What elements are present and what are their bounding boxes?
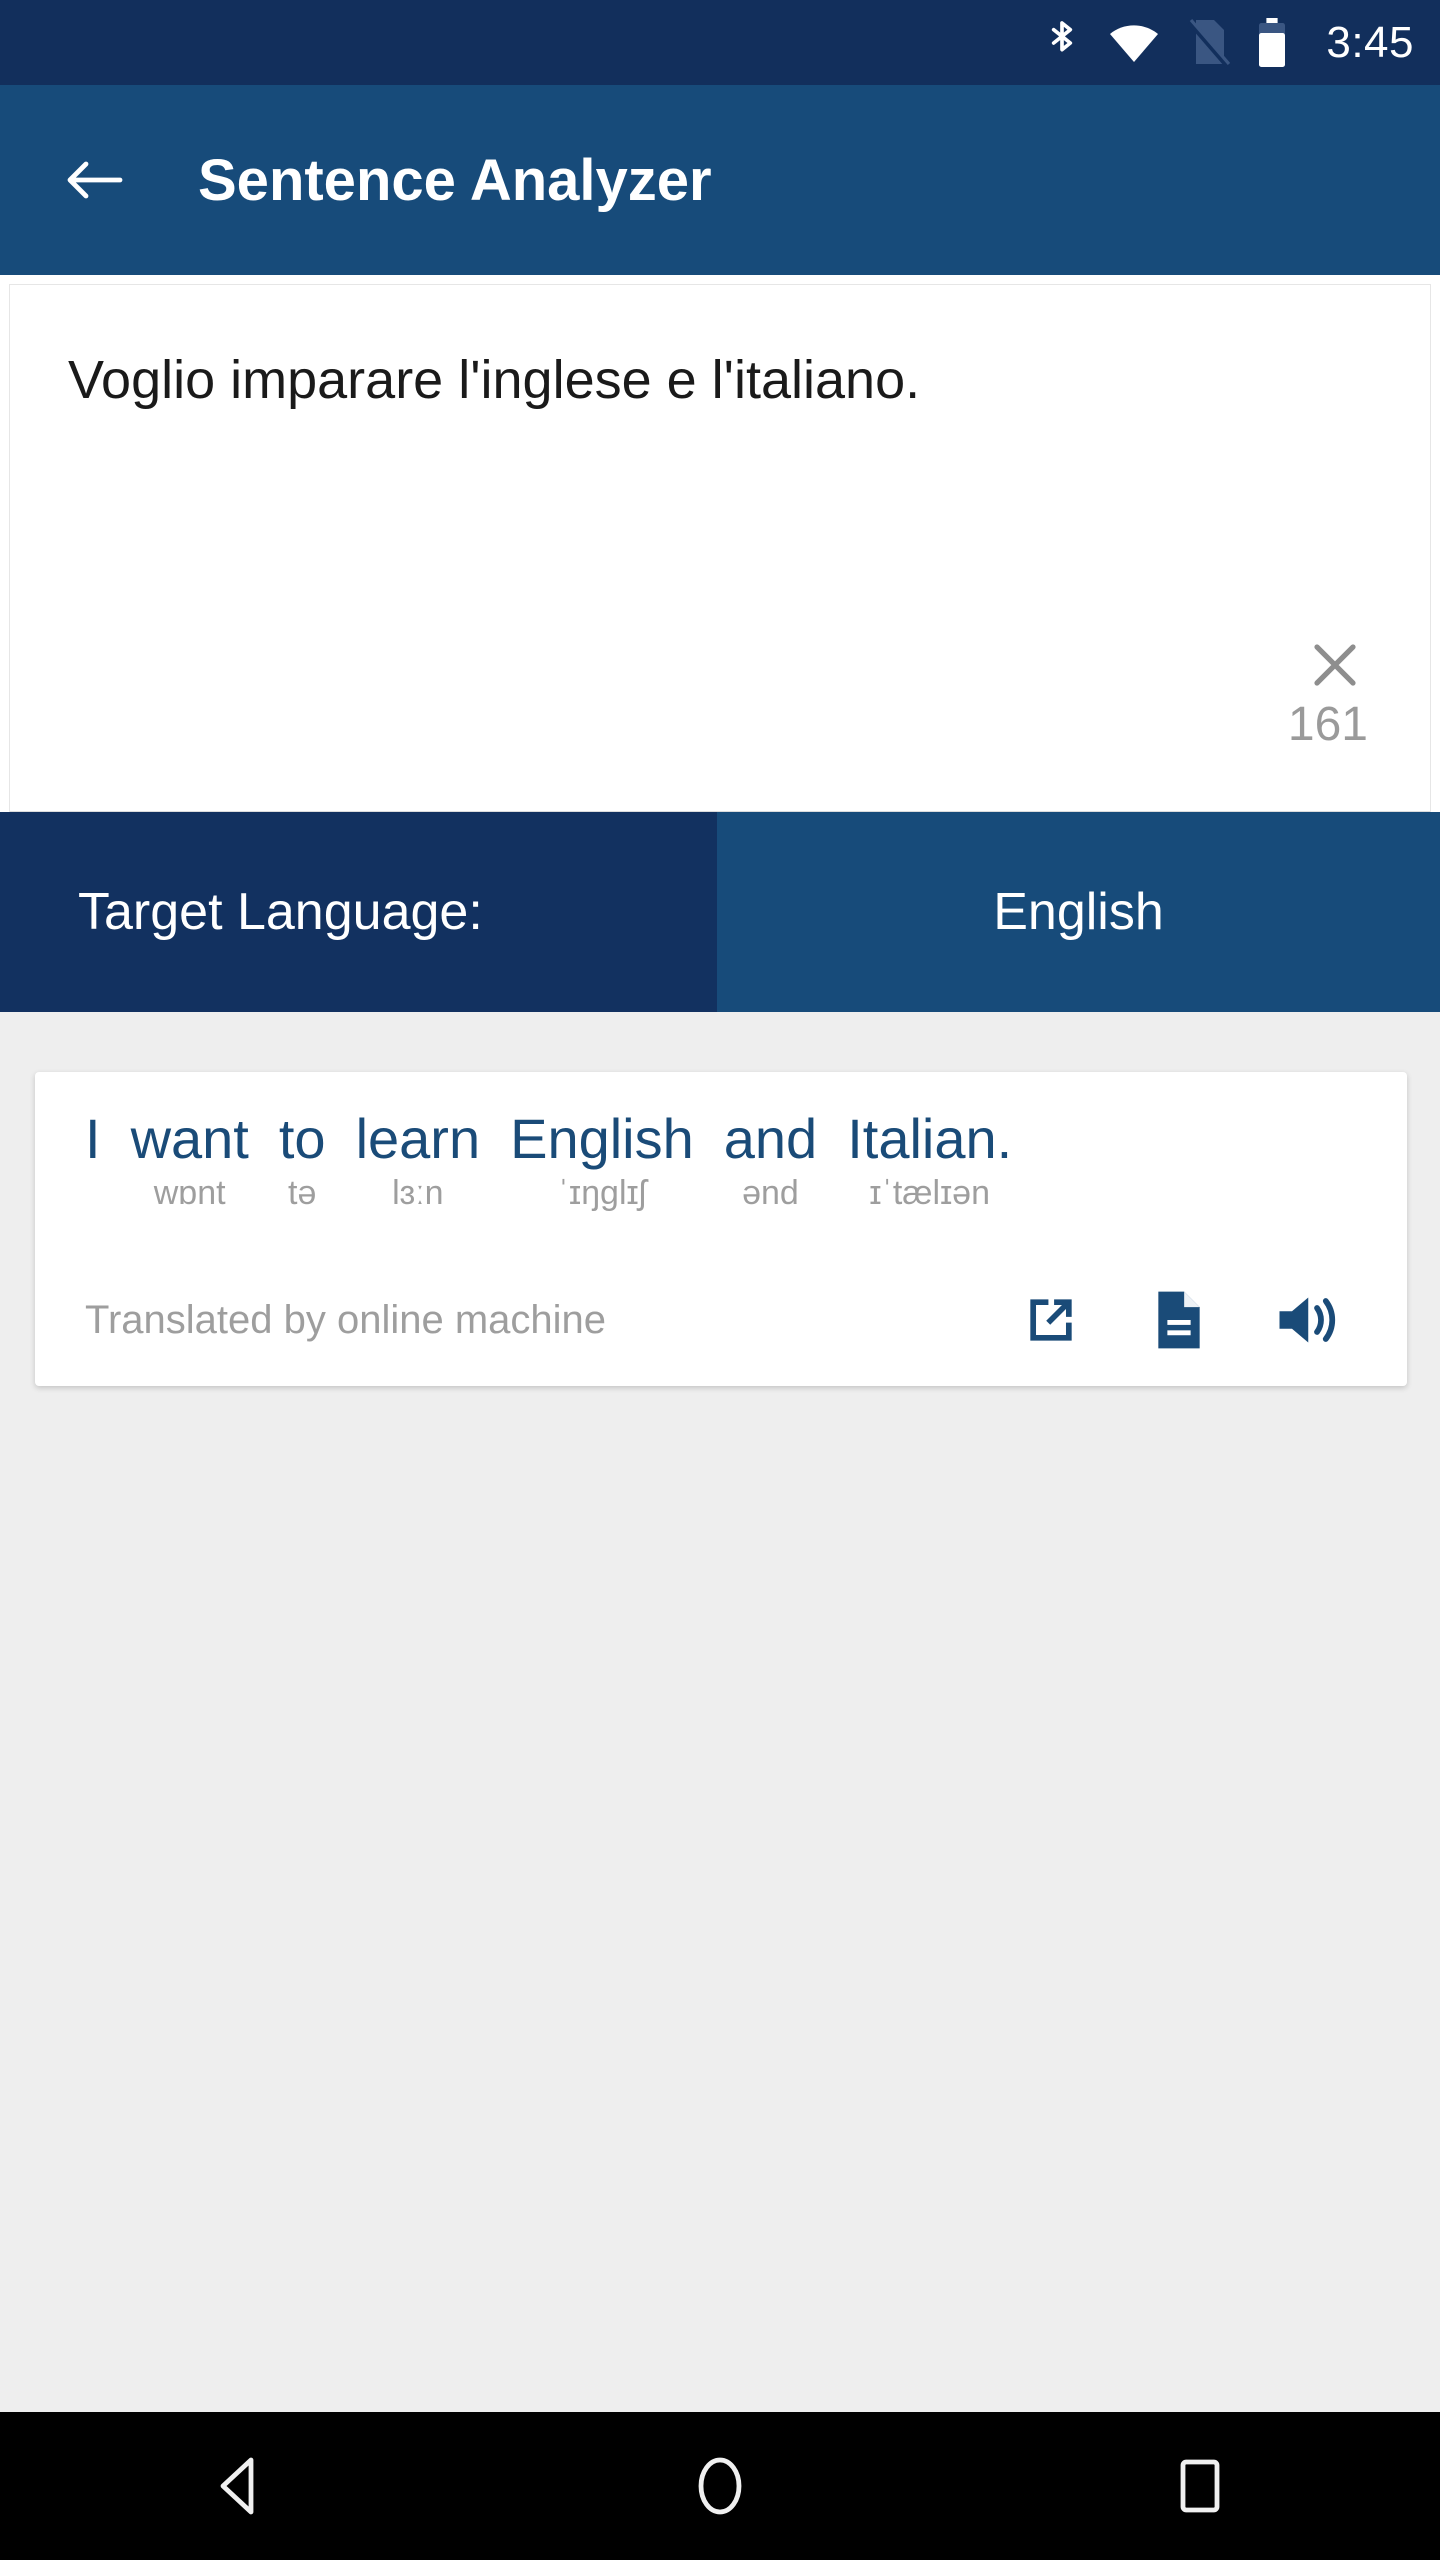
word-text: want	[130, 1107, 249, 1170]
word-list: I want wɒnt to tə learn lɜːn English ˈɪŋ…	[85, 1106, 1357, 1214]
card-footer: Translated by online machine	[85, 1284, 1357, 1356]
target-language-value: English	[993, 883, 1164, 941]
document-icon[interactable]	[1143, 1284, 1215, 1356]
translation-source-note: Translated by online machine	[85, 1297, 607, 1342]
word-text: I	[85, 1107, 101, 1170]
sentence-input-panel[interactable]: Voglio imparare l'inglese e l'italiano. …	[10, 285, 1430, 812]
translation-result-card: I want wɒnt to tə learn lɜːn English ˈɪŋ…	[35, 1072, 1407, 1387]
word-phonetic: tə	[288, 1174, 317, 1213]
battery-icon	[1256, 17, 1288, 69]
status-bar: 3:45	[0, 0, 1440, 85]
target-language-bar: Target Language: English	[0, 812, 1440, 1012]
word-item[interactable]: to tə	[279, 1106, 326, 1214]
word-phonetic: ənd	[742, 1174, 799, 1213]
sentence-input-text[interactable]: Voglio imparare l'inglese e l'italiano.	[68, 347, 1270, 415]
word-phonetic: ɪˈtælɪən	[869, 1174, 990, 1213]
nav-home-icon[interactable]	[640, 2412, 800, 2560]
word-item[interactable]: English ˈɪŋglɪʃ	[510, 1106, 694, 1214]
back-arrow-icon[interactable]	[62, 148, 126, 212]
speaker-icon[interactable]	[1271, 1284, 1343, 1356]
nav-recents-icon[interactable]	[1120, 2412, 1280, 2560]
word-item[interactable]: I	[85, 1106, 101, 1214]
word-item[interactable]: learn lɜːn	[356, 1106, 481, 1214]
page-title: Sentence Analyzer	[198, 147, 712, 213]
target-language-label-cell[interactable]: Target Language:	[0, 812, 717, 1012]
word-item[interactable]: Italian. ɪˈtælɪən	[847, 1106, 1012, 1214]
wifi-icon	[1108, 21, 1160, 65]
app-bar: Sentence Analyzer	[0, 85, 1440, 275]
word-phonetic: wɒnt	[153, 1174, 226, 1213]
word-phonetic: lɜːn	[392, 1174, 444, 1213]
word-text: and	[723, 1107, 818, 1170]
word-phonetic: ˈɪŋglɪʃ	[557, 1174, 647, 1213]
android-nav-bar	[0, 2412, 1440, 2560]
open-in-new-icon[interactable]	[1015, 1284, 1087, 1356]
word-text: learn	[355, 1107, 481, 1170]
word-item[interactable]: and ənd	[724, 1106, 817, 1214]
target-language-label: Target Language:	[78, 883, 483, 941]
target-language-value-cell[interactable]: English	[717, 812, 1440, 1012]
close-icon[interactable]	[1300, 630, 1370, 700]
status-icon-group: 3:45	[1042, 17, 1414, 69]
word-item[interactable]: want wɒnt	[131, 1106, 249, 1214]
word-text: Italian.	[847, 1107, 1013, 1170]
status-clock: 3:45	[1326, 17, 1414, 67]
card-action-group	[1015, 1284, 1343, 1356]
word-text: English	[510, 1107, 694, 1170]
bluetooth-icon	[1042, 18, 1082, 68]
word-text: to	[278, 1107, 326, 1170]
character-count: 161	[1287, 698, 1368, 751]
no-sim-icon	[1186, 18, 1231, 68]
nav-back-icon[interactable]	[160, 2412, 320, 2560]
